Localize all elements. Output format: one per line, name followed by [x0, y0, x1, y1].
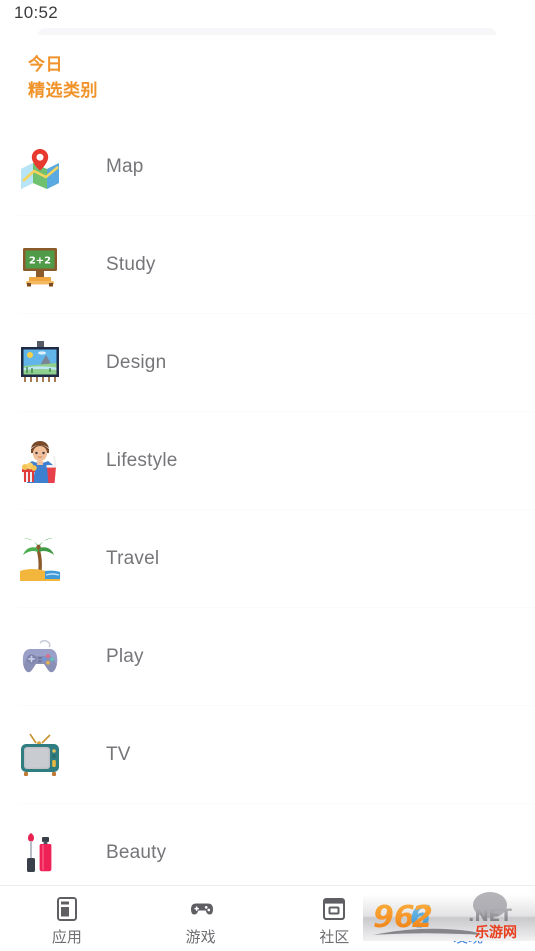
nav-item-apps[interactable]: 应用 [0, 886, 134, 951]
person-snacks-icon [18, 437, 62, 485]
lipstick-icon [18, 829, 62, 877]
apps-icon [53, 895, 81, 923]
list-item-label: Study [106, 254, 156, 275]
list-item-map[interactable]: Map [0, 118, 535, 216]
list-item-label: Play [106, 646, 144, 667]
app-screen: 10:52 今日 精选类别 Map 2+2 Study Design Lifes… [0, 0, 535, 951]
list-item-label: Design [106, 352, 167, 373]
framed-picture-icon [18, 339, 62, 387]
community-icon [320, 895, 348, 923]
nav-item-label: 应用 [51, 927, 82, 946]
status-time: 10:52 [14, 3, 59, 22]
list-item-tv[interactable]: TV [0, 706, 535, 804]
map-icon [18, 143, 62, 191]
list-item-play[interactable]: Play [0, 608, 535, 706]
nav-item-games[interactable]: 游戏 [134, 886, 268, 951]
nav-item-discover[interactable]: 发现 [401, 886, 535, 951]
chalkboard-icon: 2+2 [18, 241, 62, 289]
list-item-label: Travel [106, 548, 160, 569]
search-icon [454, 895, 482, 923]
list-item-label: Lifestyle [106, 450, 178, 471]
television-icon [18, 731, 62, 779]
list-item-label: TV [106, 744, 131, 765]
list-item-study[interactable]: 2+2 Study [0, 216, 535, 314]
list-item-lifestyle[interactable]: Lifestyle [0, 412, 535, 510]
page-title-line2: 精选类别 [28, 81, 98, 102]
palm-beach-icon [18, 535, 62, 583]
gamepad-icon [187, 895, 215, 923]
list-item-label: Beauty [106, 842, 167, 863]
list-item-travel[interactable]: Travel [0, 510, 535, 608]
category-list: Map 2+2 Study Design Lifestyle Travel Pl… [0, 118, 535, 902]
nav-item-label: 发现 [453, 927, 484, 946]
nav-item-label: 游戏 [185, 927, 216, 946]
nav-item-label: 社区 [319, 927, 350, 946]
page-title: 今日 精选类别 [28, 52, 98, 105]
nav-item-community[interactable]: 社区 [268, 886, 402, 951]
list-item-label: Map [106, 156, 144, 177]
sheet-top-edge [38, 28, 496, 35]
bottom-navigation: 应用 游戏 社区 发现 [0, 885, 535, 951]
list-item-design[interactable]: Design [0, 314, 535, 412]
svg-text:2+2: 2+2 [29, 256, 51, 267]
page-title-line1: 今日 [28, 55, 63, 75]
game-controller-icon [18, 633, 62, 681]
status-bar: 10:52 [0, 0, 535, 26]
